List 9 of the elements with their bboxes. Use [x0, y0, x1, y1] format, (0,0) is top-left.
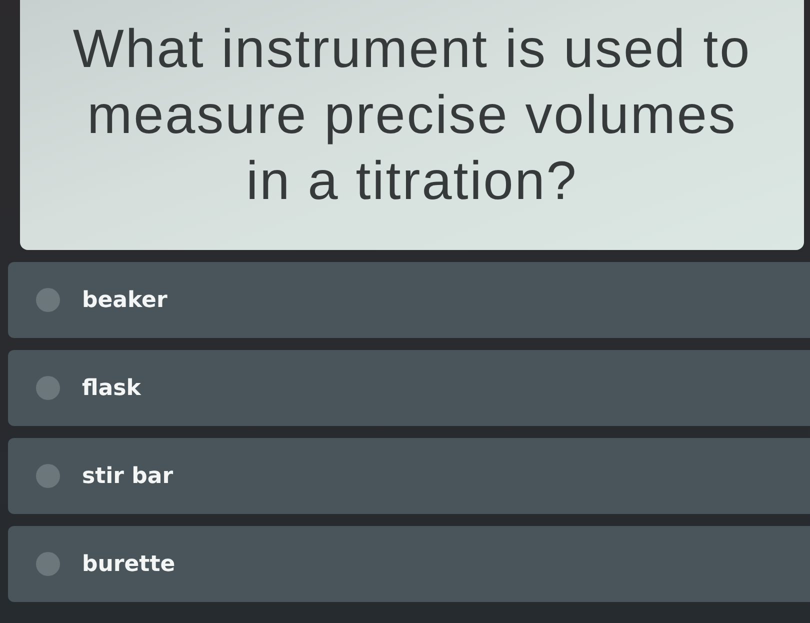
answer-option[interactable]: stir bar — [8, 438, 810, 514]
answer-option[interactable]: burette — [8, 526, 810, 602]
radio-icon[interactable] — [36, 288, 60, 312]
radio-icon[interactable] — [36, 552, 60, 576]
answer-option[interactable]: beaker — [8, 262, 810, 338]
answer-option[interactable]: flask — [8, 350, 810, 426]
radio-icon[interactable] — [36, 464, 60, 488]
question-text: What instrument is used to measure precise volumes in a titration? — [72, 18, 752, 213]
radio-icon[interactable] — [36, 376, 60, 400]
